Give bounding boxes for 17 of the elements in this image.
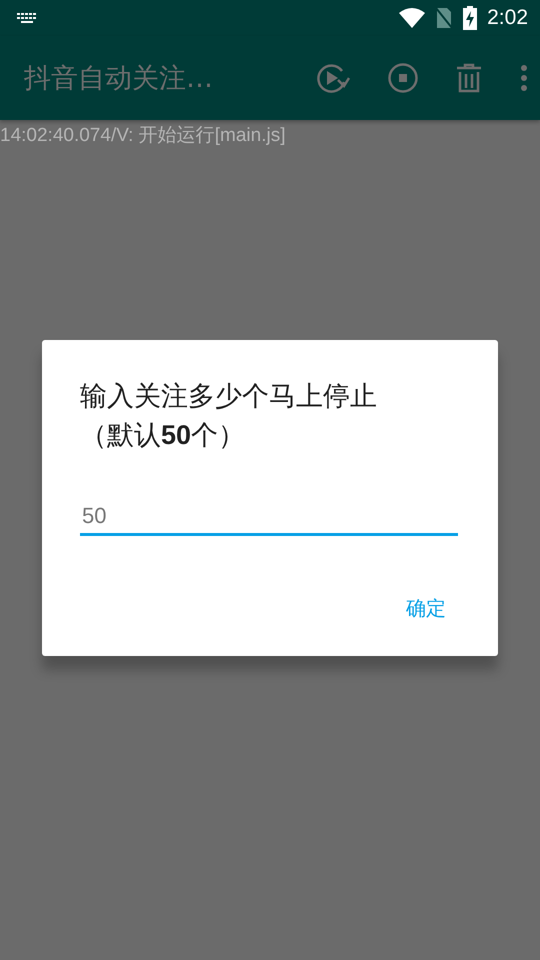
app-title: 抖音自动关注…	[24, 62, 214, 96]
delete-button[interactable]	[456, 63, 482, 93]
wifi-icon	[399, 8, 426, 28]
stop-circle-icon	[388, 63, 418, 93]
status-time: 2:02	[487, 6, 528, 30]
more-button[interactable]	[520, 65, 528, 91]
play-replay-icon	[316, 62, 350, 94]
log-line: 14:02:40.074/V: 开始运行[main.js]	[0, 124, 286, 148]
stop-button[interactable]	[388, 63, 418, 93]
dialog-title: 输入关注多少个马上停止（默认50个）	[80, 380, 378, 453]
confirm-button[interactable]: 确定	[394, 587, 458, 630]
more-vert-icon	[520, 65, 528, 91]
trash-icon	[456, 63, 482, 93]
battery-charging-icon	[463, 6, 478, 30]
no-sim-icon	[435, 7, 454, 29]
keyboard-icon	[16, 12, 38, 24]
run-again-button[interactable]	[316, 62, 350, 94]
